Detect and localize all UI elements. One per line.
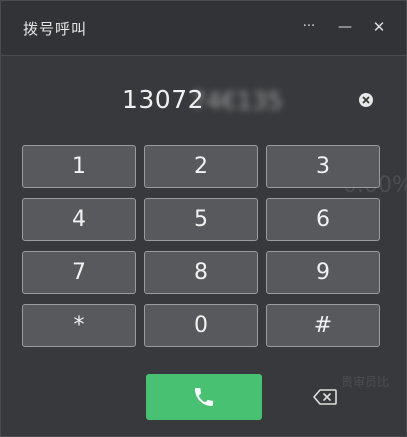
key-1[interactable]: 1 bbox=[22, 145, 136, 188]
title-bar: 拨号呼叫 ··· — ✕ bbox=[1, 1, 406, 56]
call-button[interactable] bbox=[146, 374, 262, 420]
window-title: 拨号呼叫 bbox=[23, 20, 88, 38]
clear-icon bbox=[362, 96, 370, 104]
backspace-button[interactable] bbox=[312, 387, 338, 407]
phone-icon bbox=[195, 388, 213, 406]
close-button[interactable]: ✕ bbox=[367, 15, 391, 39]
key-9[interactable]: 9 bbox=[266, 251, 380, 294]
key-0[interactable]: 0 bbox=[144, 304, 258, 347]
key-7[interactable]: 7 bbox=[22, 251, 136, 294]
phone-number-display: 13072 74€135 bbox=[1, 83, 406, 117]
key-3[interactable]: 3 bbox=[266, 145, 380, 188]
key-star[interactable]: * bbox=[22, 304, 136, 347]
backspace-icon bbox=[313, 389, 337, 405]
background-label: 贵审员比 bbox=[341, 375, 390, 389]
minimize-button[interactable]: — bbox=[333, 15, 357, 39]
key-6[interactable]: 6 bbox=[266, 198, 380, 241]
key-8[interactable]: 8 bbox=[144, 251, 258, 294]
clear-number-button[interactable] bbox=[359, 93, 373, 107]
key-5[interactable]: 5 bbox=[144, 198, 258, 241]
more-options-button[interactable]: ··· bbox=[297, 15, 321, 39]
dial-dialog: 16 2019-06-10 0.00% 贵审员比 拨号呼叫 ··· — ✕ 13… bbox=[0, 0, 407, 437]
key-4[interactable]: 4 bbox=[22, 198, 136, 241]
phone-number-obscured: 74€135 bbox=[191, 87, 283, 115]
key-2[interactable]: 2 bbox=[144, 145, 258, 188]
key-hash[interactable]: # bbox=[266, 304, 380, 347]
